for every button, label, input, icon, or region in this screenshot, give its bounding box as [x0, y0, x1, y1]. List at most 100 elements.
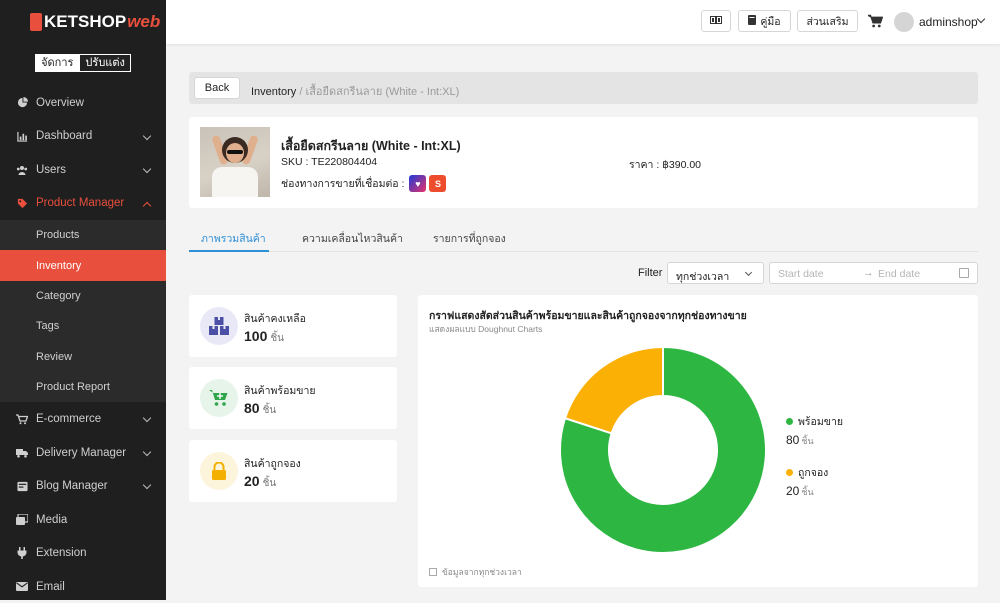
- sidebar-item-label: Email: [36, 580, 65, 593]
- donut-slice-2[interactable]: [563, 345, 664, 435]
- manual-button[interactable]: คู่มือ: [738, 10, 791, 32]
- chevron-down-icon: [142, 447, 152, 457]
- cart-icon: [16, 413, 28, 425]
- product-sku: SKU : TE220804404: [281, 156, 378, 168]
- product-price: ราคา : ฿390.00: [629, 159, 702, 171]
- sidebar-item-ecommerce[interactable]: E-commerce: [0, 402, 166, 436]
- sidebar-item-extension[interactable]: Extension: [0, 536, 166, 570]
- brand-suffix: web: [127, 12, 161, 31]
- legend-item[interactable]: ถูกจอง 20 ชิ้น: [786, 464, 843, 499]
- mode-manage-button[interactable]: จัดการ: [35, 54, 80, 72]
- sidebar-item-label: Dashboard: [36, 130, 93, 143]
- sidebar-item-users[interactable]: Users: [0, 153, 166, 187]
- stat-card-reserved: สินค้าถูกจอง 20 ชิ้น: [189, 440, 397, 502]
- addons-button[interactable]: ส่วนเสริม: [797, 10, 858, 32]
- barcode-icon: [710, 15, 722, 27]
- arrow-right-icon: →: [863, 267, 874, 279]
- legend-unit: ชิ้น: [801, 487, 814, 497]
- sidebar-subitem-tags[interactable]: Tags: [0, 311, 166, 341]
- mode-switch: จัดการ ปรับแต่ง: [0, 54, 166, 72]
- cart-icon[interactable]: [867, 14, 884, 33]
- cart-plus-icon: [200, 379, 238, 417]
- sidebar-subitem-category[interactable]: Category: [0, 281, 166, 311]
- legend-label: ถูกจอง: [798, 467, 829, 479]
- username[interactable]: adminshop: [919, 15, 978, 29]
- back-button[interactable]: Back: [194, 77, 240, 99]
- active-tab-indicator: [189, 250, 269, 252]
- sidebar-subitem-review[interactable]: Review: [0, 342, 166, 372]
- chart-card: กราฟแสดงสัดส่วนสินค้าพร้อมขายและสินค้าถู…: [418, 295, 978, 587]
- sidebar-item-label: Overview: [36, 96, 84, 109]
- book-icon: [748, 14, 757, 28]
- chevron-down-icon[interactable]: [976, 14, 986, 24]
- stat-card-stock: สินค้าคงเหลือ 100 ชิ้น: [189, 295, 397, 357]
- sidebar-menu: Overview Dashboard Users Product Manager…: [0, 86, 166, 603]
- brand-logo[interactable]: KETSHOP web: [0, 0, 166, 44]
- media-icon: [16, 514, 28, 526]
- start-date-input[interactable]: Start date: [778, 268, 824, 280]
- breadcrumb-parent[interactable]: Inventory: [251, 86, 296, 98]
- sidebar-item-email[interactable]: Email: [0, 570, 166, 603]
- tab-overview[interactable]: ภาพรวมสินค้า: [201, 230, 266, 247]
- legend-label: พร้อมขาย: [798, 416, 844, 428]
- stat-value: 20 ชิ้น: [244, 473, 277, 489]
- calendar-icon[interactable]: [959, 268, 969, 278]
- chevron-down-icon: [142, 131, 152, 140]
- period-select[interactable]: ทุกช่วงเวลา: [667, 262, 764, 284]
- avatar[interactable]: [894, 12, 914, 32]
- period-value: ทุกช่วงเวลา: [676, 271, 730, 283]
- sidebar-item-label: Users: [36, 163, 67, 176]
- calendar-icon: [429, 568, 437, 576]
- sidebar-item-label: Product Manager: [36, 197, 125, 210]
- sidebar: KETSHOP web จัดการ ปรับแต่ง Overview Dash…: [0, 0, 166, 600]
- blog-icon: [16, 480, 28, 492]
- sidebar-subitem-products[interactable]: Products: [0, 220, 166, 250]
- addons-label: ส่วนเสริม: [806, 15, 849, 28]
- sidebar-subitem-product-report[interactable]: Product Report: [0, 372, 166, 402]
- chevron-down-icon: [142, 481, 152, 490]
- brand-name: KETSHOP: [44, 12, 127, 31]
- mail-icon: [16, 581, 28, 593]
- sidebar-item-overview[interactable]: Overview: [0, 86, 166, 120]
- stat-value: 100 ชิ้น: [244, 328, 284, 344]
- barcode-button[interactable]: [701, 10, 731, 32]
- breadcrumb-bar: Back Inventory / เสื้อยืดสกรีนลาย (White…: [189, 72, 978, 104]
- bar-chart-icon: [16, 130, 28, 142]
- date-range-picker[interactable]: Start date → End date: [769, 262, 978, 284]
- stat-card-available: สินค้าพร้อมขาย 80 ชิ้น: [189, 367, 397, 429]
- legend-value: 80: [786, 433, 800, 447]
- product-title: เสื้อยืดสกรีนลาย (White - Int:XL): [281, 139, 461, 153]
- sidebar-item-blog-manager[interactable]: Blog Manager: [0, 469, 166, 503]
- shopee-icon: S: [429, 175, 447, 192]
- product-image: [200, 127, 270, 197]
- doughnut-chart: [559, 345, 767, 554]
- legend-unit: ชิ้น: [801, 436, 814, 446]
- mode-customize-button[interactable]: ปรับแต่ง: [79, 54, 131, 72]
- truck-icon: [16, 447, 28, 459]
- sidebar-item-delivery-manager[interactable]: Delivery Manager: [0, 436, 166, 470]
- chart-footer: ข้อมูลจากทุกช่วงเวลา: [429, 565, 522, 579]
- sidebar-item-label: Blog Manager: [36, 480, 108, 493]
- tab-movement[interactable]: ความเคลื่อนไหวสินค้า: [302, 230, 403, 247]
- legend-value: 20: [786, 484, 800, 498]
- tab-divider: [189, 251, 978, 252]
- channels-label: ช่องทางการขายที่เชื่อมต่อ :: [281, 178, 405, 190]
- product-card: เสื้อยืดสกรีนลาย (White - Int:XL) SKU : …: [189, 117, 978, 208]
- legend-item[interactable]: พร้อมขาย 80 ชิ้น: [786, 413, 843, 448]
- tab-reserved[interactable]: รายการที่ถูกจอง: [433, 230, 506, 247]
- sidebar-item-media[interactable]: Media: [0, 503, 166, 537]
- stat-label: สินค้าถูกจอง: [244, 458, 301, 470]
- chevron-up-icon: [142, 201, 152, 210]
- sidebar-item-product-manager[interactable]: Product Manager: [0, 187, 166, 221]
- chart-footer-text: ข้อมูลจากทุกช่วงเวลา: [442, 567, 522, 577]
- chart-legend: พร้อมขาย 80 ชิ้น ถูกจอง 20 ชิ้น: [786, 413, 843, 515]
- sidebar-item-dashboard[interactable]: Dashboard: [0, 120, 166, 154]
- filter-label: Filter: [638, 267, 663, 279]
- tag-icon: [16, 197, 28, 209]
- end-date-input[interactable]: End date: [878, 268, 920, 280]
- chevron-down-icon: [142, 164, 152, 174]
- chevron-down-icon: [142, 414, 152, 423]
- users-icon: [16, 164, 28, 176]
- stat-label: สินค้าคงเหลือ: [244, 313, 306, 325]
- sidebar-subitem-inventory[interactable]: Inventory: [0, 250, 166, 281]
